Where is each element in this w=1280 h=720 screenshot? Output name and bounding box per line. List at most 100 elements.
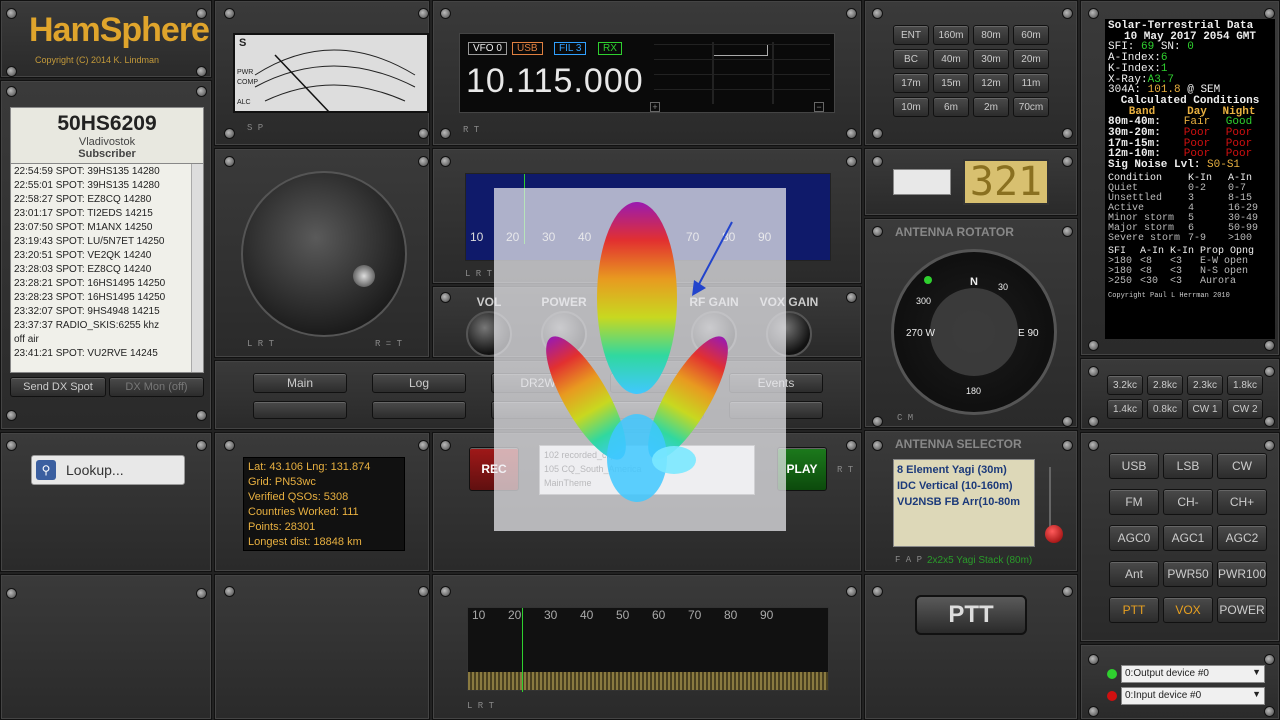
filter-button-cw1[interactable]: CW 1	[1187, 399, 1223, 419]
spot-line[interactable]: 23:28:03 SPOT: EZ8CQ 14240	[14, 263, 200, 277]
mode-button-ch+[interactable]: CH+	[1217, 489, 1267, 515]
spot-line[interactable]: 23:41:21 SPOT: VU2RVE 14245	[14, 347, 200, 361]
mode-button-usb[interactable]: USB	[1109, 453, 1159, 479]
spot-line[interactable]: 23:32:07 SPOT: 9HS4948 14215	[14, 305, 200, 319]
screw	[6, 66, 17, 77]
table-cell: 7-9	[1188, 232, 1207, 244]
band-button-ent[interactable]: ENT	[893, 25, 929, 45]
tick-label: 50	[616, 608, 630, 622]
frequency-counter: 321	[963, 159, 1049, 205]
compass-w: 270 W	[906, 328, 935, 339]
mode-button-lsb[interactable]: LSB	[1163, 453, 1213, 479]
band-button-30m[interactable]: 30m	[973, 49, 1009, 69]
filter-button-3.2kc[interactable]: 3.2kc	[1107, 375, 1143, 395]
filter-button-1.8kc[interactable]: 1.8kc	[1227, 375, 1263, 395]
frequency-readout[interactable]: 10.115.000	[466, 62, 644, 101]
waterfall-display[interactable]: 10 20 30 40 50 60 70 80 90	[467, 607, 829, 692]
spot-line[interactable]: 23:20:51 SPOT: VE2QK 14240	[14, 249, 200, 263]
input-device-select[interactable]: 0:Input device #0 ▼	[1121, 687, 1265, 705]
spot-line[interactable]: off air	[14, 333, 200, 347]
band-button-11m[interactable]: 11m	[1013, 73, 1049, 93]
antenna-item[interactable]: IDC Vertical (10-160m)	[897, 478, 1031, 494]
filter-button-2.3kc[interactable]: 2.3kc	[1187, 375, 1223, 395]
table-cell: Severe storm	[1108, 232, 1181, 244]
rotator-compass[interactable]: N E 90 270 W 180 30 300	[891, 249, 1057, 415]
antenna-list[interactable]: 8 Element Yagi (30m) IDC Vertical (10-160…	[893, 459, 1035, 547]
spot-line[interactable]: 23:07:50 SPOT: M1ANX 14250	[14, 221, 200, 235]
band-button-20m[interactable]: 20m	[1013, 49, 1049, 69]
tick-label: 10	[470, 230, 484, 244]
remove-memory-icon[interactable]: −	[814, 102, 824, 112]
ptt-button[interactable]: PTT	[915, 595, 1027, 635]
filter-button-0.8kc[interactable]: 0.8kc	[1147, 399, 1183, 419]
band-button-10m[interactable]: 10m	[893, 97, 929, 117]
spot-line[interactable]: 22:54:59 SPOT: 39HS135 14280	[14, 165, 200, 179]
compass-e: E 90	[1018, 328, 1039, 339]
band-button-17m[interactable]: 17m	[893, 73, 929, 93]
filter-button-1.4kc[interactable]: 1.4kc	[1107, 399, 1143, 419]
screw	[440, 8, 451, 19]
band-button-15m[interactable]: 15m	[933, 73, 969, 93]
screw	[418, 128, 429, 139]
spot-line[interactable]: 23:28:23 SPOT: 16HS1495 14250	[14, 291, 200, 305]
mode-button-fm[interactable]: FM	[1109, 489, 1159, 515]
mode-button-agc1[interactable]: AGC1	[1163, 525, 1213, 551]
spot-list[interactable]: 22:54:59 SPOT: 39HS135 14280 22:55:01 SPO…	[10, 163, 204, 373]
band-button-2m[interactable]: 2m	[973, 97, 1009, 117]
spot-scrollbar[interactable]	[191, 164, 203, 372]
mode-button-agc2[interactable]: AGC2	[1217, 525, 1267, 551]
spot-line[interactable]: 23:19:43 SPOT: LU/5N7ET 14250	[14, 235, 200, 249]
spot-line[interactable]: 22:55:01 SPOT: 39HS135 14280	[14, 179, 200, 193]
spot-line[interactable]: 23:01:17 SPOT: TI2EDS 14215	[14, 207, 200, 221]
mode-button-agc0[interactable]: AGC0	[1109, 525, 1159, 551]
mode-button-pwr50[interactable]: PWR50	[1163, 561, 1213, 587]
filter-button-cw2[interactable]: CW 2	[1227, 399, 1263, 419]
send-dx-spot-button[interactable]: Send DX Spot	[10, 377, 106, 397]
screw	[1264, 654, 1275, 665]
table-cell: 0-2	[1188, 182, 1207, 194]
screw	[1264, 416, 1275, 427]
tab-main[interactable]: Main	[253, 373, 347, 393]
band-button-12m[interactable]: 12m	[973, 73, 1009, 93]
screw	[1088, 8, 1099, 19]
spot-line[interactable]: 22:58:27 SPOT: EZ8CQ 14280	[14, 193, 200, 207]
mode-button-ch-[interactable]: CH-	[1163, 489, 1213, 515]
vfo-tuning-knob[interactable]	[241, 171, 407, 337]
spot-line[interactable]: 23:28:21 SPOT: 16HS1495 14250	[14, 277, 200, 291]
band-button-160m[interactable]: 160m	[933, 25, 969, 45]
tab-log[interactable]: Log	[372, 373, 466, 393]
band-button-80m[interactable]: 80m	[973, 25, 1009, 45]
tab-sub-slot[interactable]	[253, 401, 347, 419]
spot-line[interactable]: 23:37:37 RADIO_SKIS:6255 khz	[14, 319, 200, 333]
mode-button-ptt[interactable]: PTT	[1109, 597, 1159, 623]
chevron-down-icon: ▼	[1252, 667, 1261, 677]
mode-button-ant[interactable]: Ant	[1109, 561, 1159, 587]
band-button-bc[interactable]: BC	[893, 49, 929, 69]
add-memory-icon[interactable]: +	[650, 102, 660, 112]
antenna-item[interactable]: VU2NSB FB Arr(10-80m	[897, 494, 1031, 510]
filter-button-2.8kc[interactable]: 2.8kc	[1147, 375, 1183, 395]
filter-label[interactable]: FIL 3	[554, 42, 587, 55]
band-button-40m[interactable]: 40m	[933, 49, 969, 69]
output-device-select[interactable]: 0:Output device #0 ▼	[1121, 665, 1265, 683]
antenna-item[interactable]: 8 Element Yagi (30m)	[897, 462, 1031, 478]
sp-tag: S P	[247, 123, 264, 133]
mode-label[interactable]: USB	[512, 42, 543, 55]
mode-button-pwr100[interactable]: PWR100	[1217, 561, 1267, 587]
screw	[846, 292, 857, 303]
tab-sub-slot[interactable]	[372, 401, 466, 419]
mode-button-cw[interactable]: CW	[1217, 453, 1267, 479]
band-button-70cm[interactable]: 70cm	[1013, 97, 1049, 117]
screw	[440, 128, 451, 139]
mode-button-power[interactable]: POWER	[1217, 597, 1267, 623]
mode-button-vox[interactable]: VOX	[1163, 597, 1213, 623]
lookup-button[interactable]: ⚲ Lookup...	[31, 455, 185, 485]
screw	[846, 440, 857, 451]
spot-list-items: 22:54:59 SPOT: 39HS135 14280 22:55:01 SPO…	[11, 164, 203, 362]
left-bottom-panel	[0, 574, 212, 720]
band-button-60m[interactable]: 60m	[1013, 25, 1049, 45]
band-button-6m[interactable]: 6m	[933, 97, 969, 117]
dx-mon-button[interactable]: DX Mon (off)	[109, 377, 204, 397]
vfo-label[interactable]: VFO 0	[468, 42, 507, 55]
cursor-box[interactable]	[893, 169, 951, 195]
